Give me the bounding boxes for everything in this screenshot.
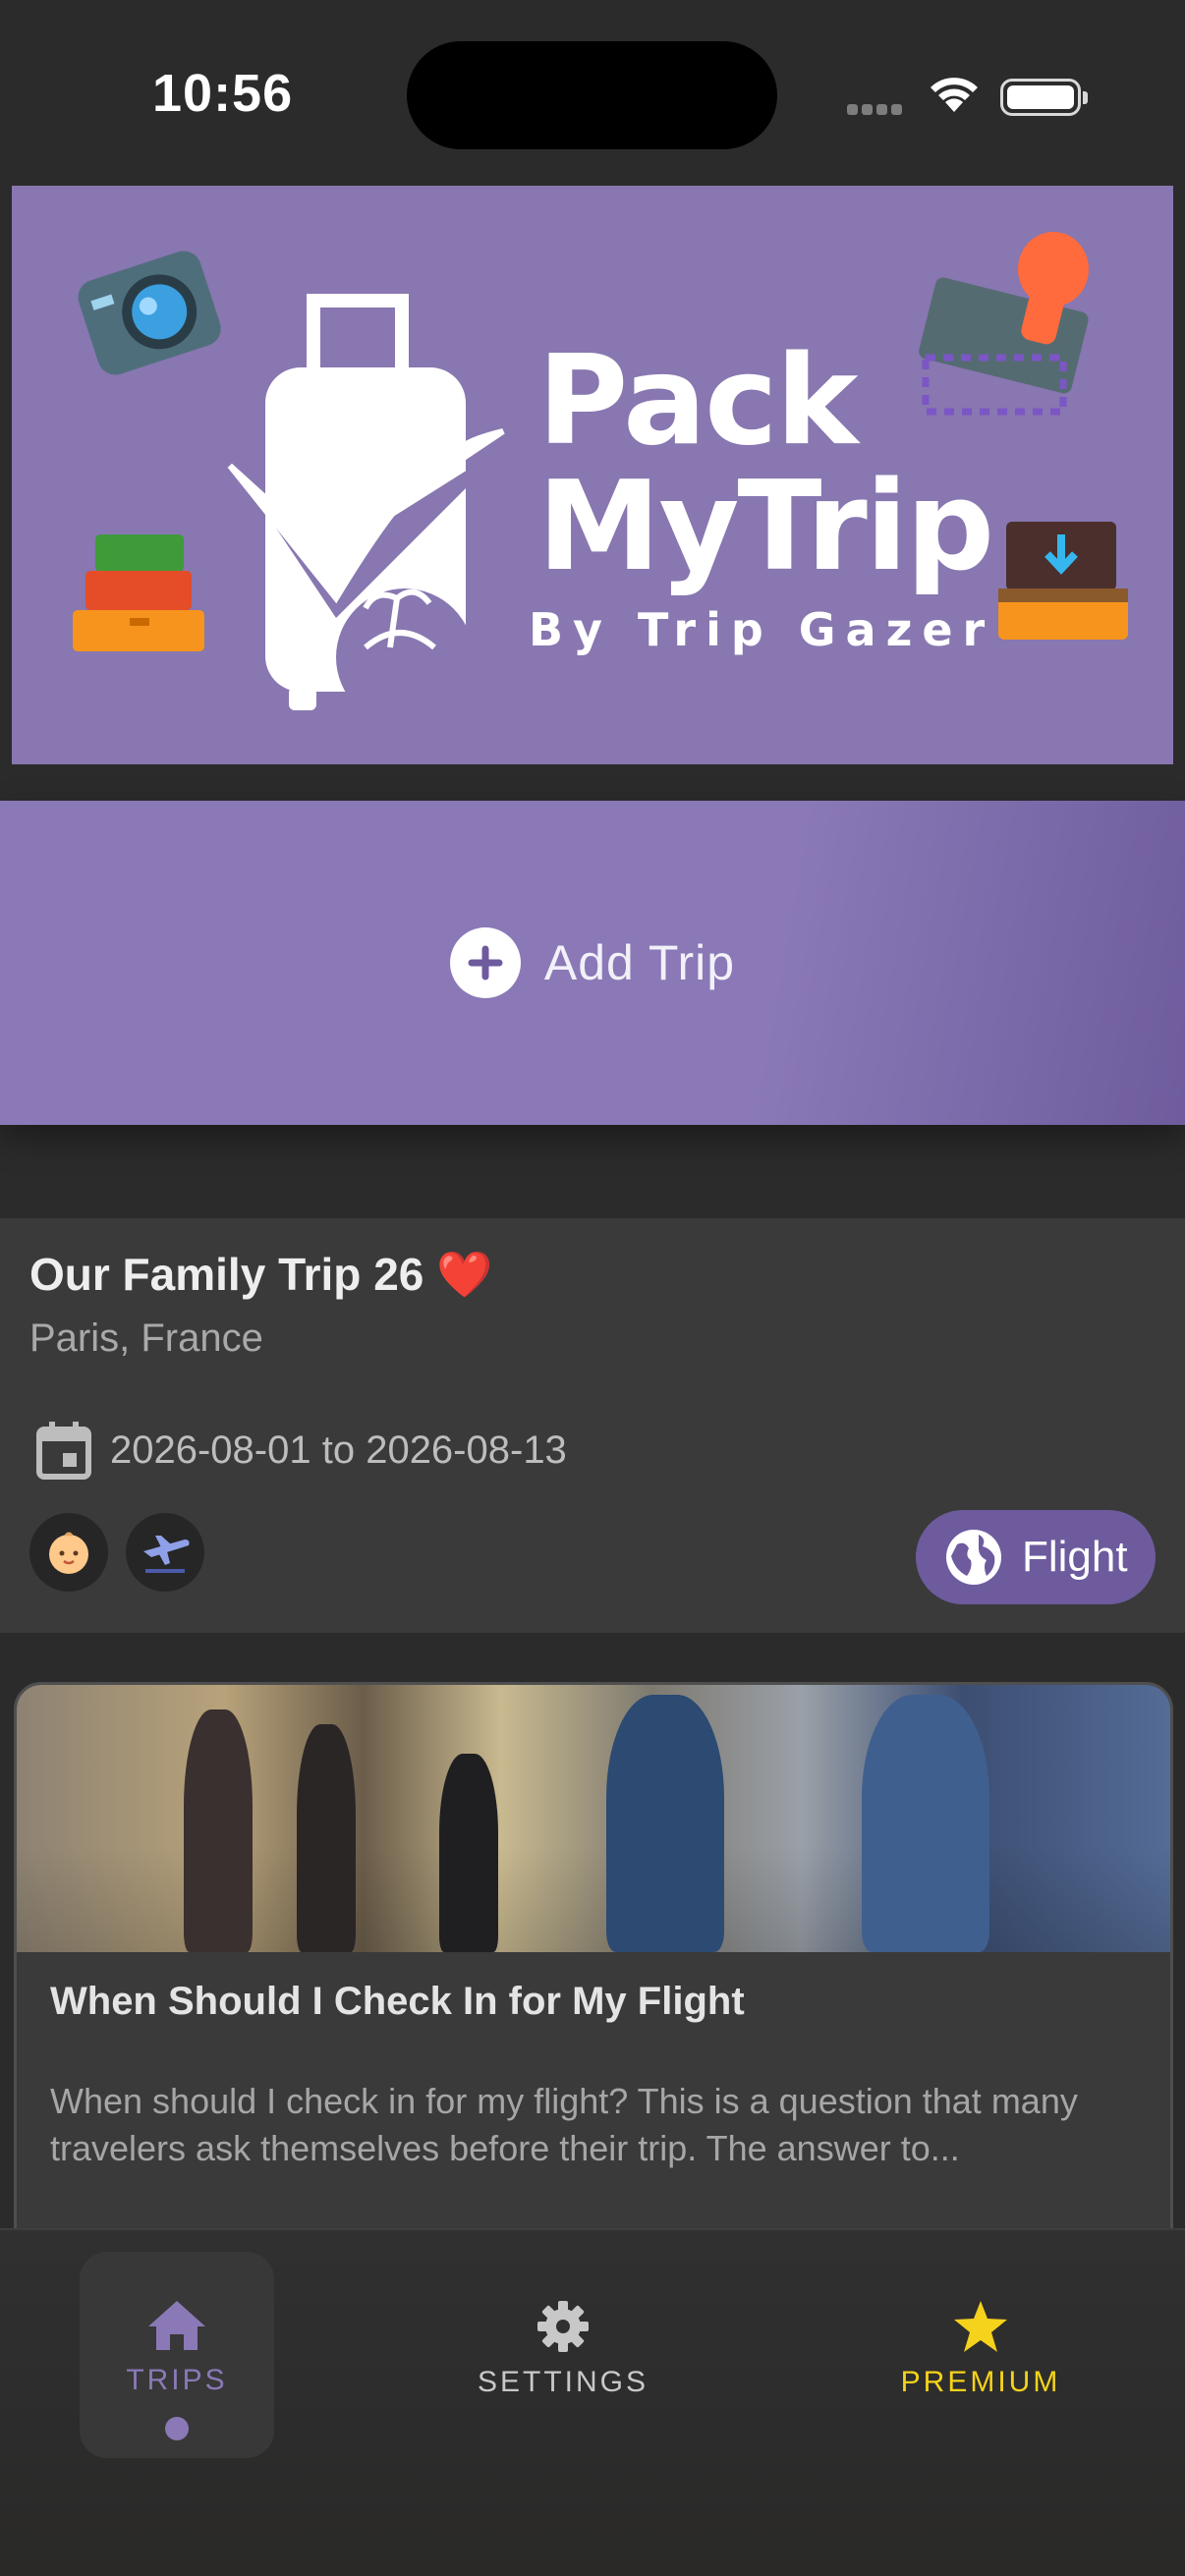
add-trip-label: Add Trip: [543, 935, 736, 990]
battery-icon: [1000, 79, 1088, 116]
suitcases-icon: [73, 534, 204, 651]
baby-chip[interactable]: [29, 1513, 108, 1592]
nav-trips-label: TRIPS: [126, 2364, 228, 2396]
trip-card[interactable]: Our Family Trip 26 ❤️ Paris, France 2026…: [0, 1218, 1185, 1633]
star-icon: [954, 2301, 1007, 2352]
article-card[interactable]: When Should I Check In for My Flight Whe…: [14, 1682, 1173, 2232]
nav-settings[interactable]: SETTINGS: [472, 2299, 654, 2399]
logo-title-line2: MyTrip: [537, 454, 994, 598]
calendar-icon: [36, 1422, 91, 1480]
trip-location: Paris, France: [29, 1316, 263, 1360]
bottom-nav: TRIPS SETTINGS PREMIUM: [0, 2228, 1185, 2576]
plus-icon: [449, 927, 521, 998]
article-title: When Should I Check In for My Flight: [50, 1980, 745, 2023]
trip-dates-row: 2026-08-01 to 2026-08-13: [35, 1420, 567, 1481]
logo-title: Pack MyTrip: [537, 328, 994, 598]
nav-trips[interactable]: TRIPS: [80, 2252, 274, 2458]
article-excerpt: When should I check in for my flight? Th…: [50, 2081, 1078, 2168]
trip-title: Our Family Trip 26 ❤️: [29, 1249, 493, 1300]
luggage-logo-icon: [227, 294, 513, 726]
download-box-icon: [998, 522, 1128, 640]
logo-title-line1: Pack: [537, 328, 858, 473]
logo-subtitle: By Trip Gazer: [529, 603, 995, 656]
article-image: [17, 1685, 1170, 1952]
active-indicator: [165, 2417, 189, 2440]
airplane-icon: [143, 1536, 190, 1573]
add-trip-button[interactable]: Add Trip: [0, 801, 1185, 1125]
wifi-icon: [928, 73, 981, 119]
status-time: 10:56: [152, 64, 294, 123]
nav-premium[interactable]: PREMIUM: [889, 2299, 1072, 2399]
trip-dates: 2026-08-01 to 2026-08-13: [110, 1428, 567, 1472]
flight-chip[interactable]: [126, 1513, 204, 1592]
app-banner: Pack MyTrip By Trip Gazer: [12, 186, 1173, 764]
gear-icon: [537, 2301, 589, 2352]
baby-icon: [49, 1532, 88, 1574]
flight-button[interactable]: Flight: [916, 1510, 1156, 1604]
flight-label: Flight: [1022, 1533, 1128, 1581]
cellular-signal-icon: [847, 102, 906, 120]
nav-premium-label: PREMIUM: [900, 2366, 1061, 2398]
camera-icon: [78, 251, 221, 375]
globe-icon: [946, 1530, 1001, 1585]
nav-settings-label: SETTINGS: [477, 2366, 649, 2398]
home-icon: [148, 2301, 205, 2350]
dynamic-island: [407, 41, 777, 149]
status-bar: 10:56: [0, 0, 1185, 187]
